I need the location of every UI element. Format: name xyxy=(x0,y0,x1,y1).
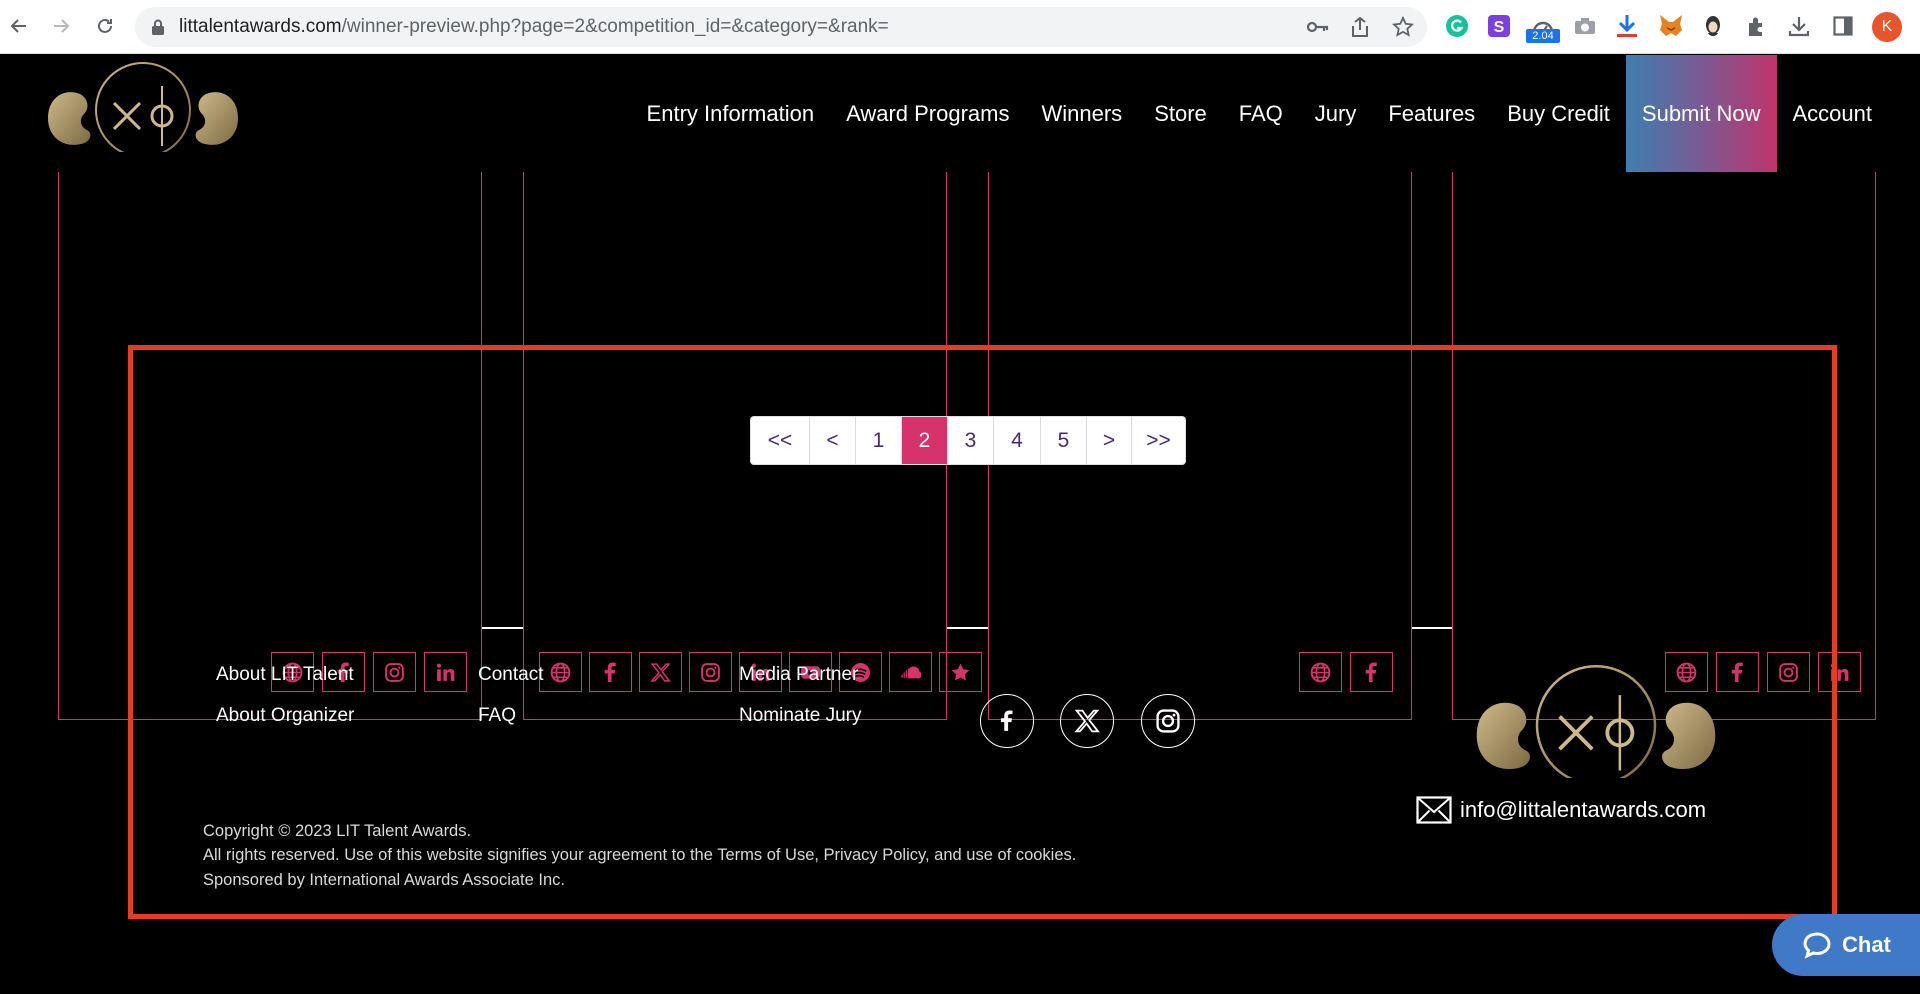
nav-award-programs[interactable]: Award Programs xyxy=(830,55,1025,172)
footer-link-media-partner[interactable]: Media Partner xyxy=(739,664,858,686)
instagram-icon[interactable] xyxy=(689,652,732,692)
profile-avatar[interactable]: K xyxy=(1872,12,1902,42)
page-1-button[interactable]: 1 xyxy=(855,417,901,464)
camera-extension-icon[interactable] xyxy=(1572,13,1598,39)
footer-facebook-icon[interactable] xyxy=(980,694,1034,748)
page: littalentawards.com/winner-preview.php?p… xyxy=(0,0,1920,994)
star-icon[interactable] xyxy=(939,652,982,692)
soundcloud-icon[interactable] xyxy=(889,652,932,692)
x-twitter-icon[interactable] xyxy=(639,652,682,692)
nav-features[interactable]: Features xyxy=(1372,55,1491,172)
lit-logo-icon[interactable] xyxy=(46,58,240,152)
nav-jury[interactable]: Jury xyxy=(1299,55,1373,172)
globe-icon[interactable] xyxy=(1299,652,1342,692)
url-text: littalentawards.com/winner-preview.php?p… xyxy=(179,16,889,38)
footer-link-contact[interactable]: Contact xyxy=(478,664,543,686)
address-bar[interactable]: littalentawards.com/winner-preview.php?p… xyxy=(135,7,1427,47)
chat-bubble-icon xyxy=(1803,932,1831,959)
nav-entry-information[interactable]: Entry Information xyxy=(631,55,831,172)
site-header: Entry Information Award Programs Winners… xyxy=(0,55,1920,172)
winner-card-outline xyxy=(58,172,482,720)
footer-link-nominate-jury[interactable]: Nominate Jury xyxy=(739,705,862,727)
extension-badge: 2.04 xyxy=(1526,29,1560,43)
share-icon[interactable] xyxy=(1349,16,1371,38)
footer-link-faq[interactable]: FAQ xyxy=(478,705,516,727)
instagram-icon[interactable] xyxy=(373,652,416,692)
lock-icon xyxy=(151,19,165,39)
page-5-button[interactable]: 5 xyxy=(1040,417,1086,464)
face-extension-icon[interactable] xyxy=(1700,13,1726,39)
key-icon[interactable] xyxy=(1307,16,1329,38)
download-arrow-extension-icon[interactable] xyxy=(1614,13,1640,39)
nav-faq[interactable]: FAQ xyxy=(1223,55,1299,172)
page-3-button[interactable]: 3 xyxy=(947,417,993,464)
globe-icon[interactable] xyxy=(539,652,582,692)
grammarly-extension-icon[interactable] xyxy=(1444,13,1470,39)
nav-winners[interactable]: Winners xyxy=(1026,55,1139,172)
main-nav: Entry Information Award Programs Winners… xyxy=(631,55,1888,172)
card-social-row xyxy=(1299,652,1393,692)
back-icon[interactable] xyxy=(6,13,32,39)
page-4-button[interactable]: 4 xyxy=(993,417,1040,464)
facebook-icon[interactable] xyxy=(589,652,632,692)
page-prev-button[interactable]: < xyxy=(809,417,855,464)
page-next-button[interactable]: > xyxy=(1086,417,1131,464)
nav-buy-credit[interactable]: Buy Credit xyxy=(1491,55,1626,172)
bookmark-star-icon[interactable] xyxy=(1392,16,1414,38)
url-host: littalentawards.com xyxy=(179,16,342,37)
chat-button[interactable]: Chat xyxy=(1772,914,1920,976)
side-panel-icon[interactable] xyxy=(1830,13,1856,39)
chat-label: Chat xyxy=(1842,932,1891,957)
linkedin-icon[interactable] xyxy=(424,652,467,692)
nav-account[interactable]: Account xyxy=(1777,55,1889,172)
url-path: /winner-preview.php?page=2&competition_i… xyxy=(341,16,889,37)
card-connector-line xyxy=(1412,627,1452,629)
footer-link-about-organizer[interactable]: About Organizer xyxy=(216,705,354,727)
email-text: info@littalentawards.com xyxy=(1460,797,1707,822)
rights-text: All rights reserved. Use of this website… xyxy=(203,846,1077,864)
s-extension-icon[interactable]: S xyxy=(1486,13,1512,39)
nav-store[interactable]: Store xyxy=(1138,55,1223,172)
forward-icon[interactable] xyxy=(48,13,74,39)
reload-icon[interactable] xyxy=(92,13,118,39)
browser-toolbar: littalentawards.com/winner-preview.php?p… xyxy=(0,0,1920,54)
puzzle-extensions-icon[interactable] xyxy=(1744,13,1770,39)
winner-card-outline xyxy=(1452,172,1876,720)
card-connector-line xyxy=(482,627,523,629)
footer-link-about-lit-talent[interactable]: About LIT Talent xyxy=(216,664,354,686)
facebook-icon[interactable] xyxy=(1350,652,1393,692)
linkedin-icon[interactable] xyxy=(1818,652,1861,692)
svg-text:S: S xyxy=(1494,19,1505,36)
card-connector-line xyxy=(947,627,988,629)
footer-instagram-icon[interactable] xyxy=(1141,694,1195,748)
pagination: << < 1 2 3 4 5 > >> xyxy=(750,416,1186,465)
page-first-button[interactable]: << xyxy=(751,417,809,464)
page-2-button-current[interactable]: 2 xyxy=(901,417,947,464)
downloads-icon[interactable] xyxy=(1786,13,1812,39)
page-last-button[interactable]: >> xyxy=(1131,417,1185,464)
instagram-icon[interactable] xyxy=(1767,652,1810,692)
footer-x-twitter-icon[interactable] xyxy=(1060,694,1114,748)
copyright-text: Copyright © 2023 LIT Talent Awards. xyxy=(203,822,472,840)
footer-email[interactable]: info@littalentawards.com xyxy=(1416,796,1706,824)
footer-lit-logo-icon xyxy=(1476,665,1716,778)
submit-now-button[interactable]: Submit Now xyxy=(1625,55,1777,172)
sponsor-text: Sponsored by International Awards Associ… xyxy=(203,871,566,889)
metamask-fox-icon[interactable] xyxy=(1658,13,1684,39)
mail-icon xyxy=(1416,796,1452,824)
